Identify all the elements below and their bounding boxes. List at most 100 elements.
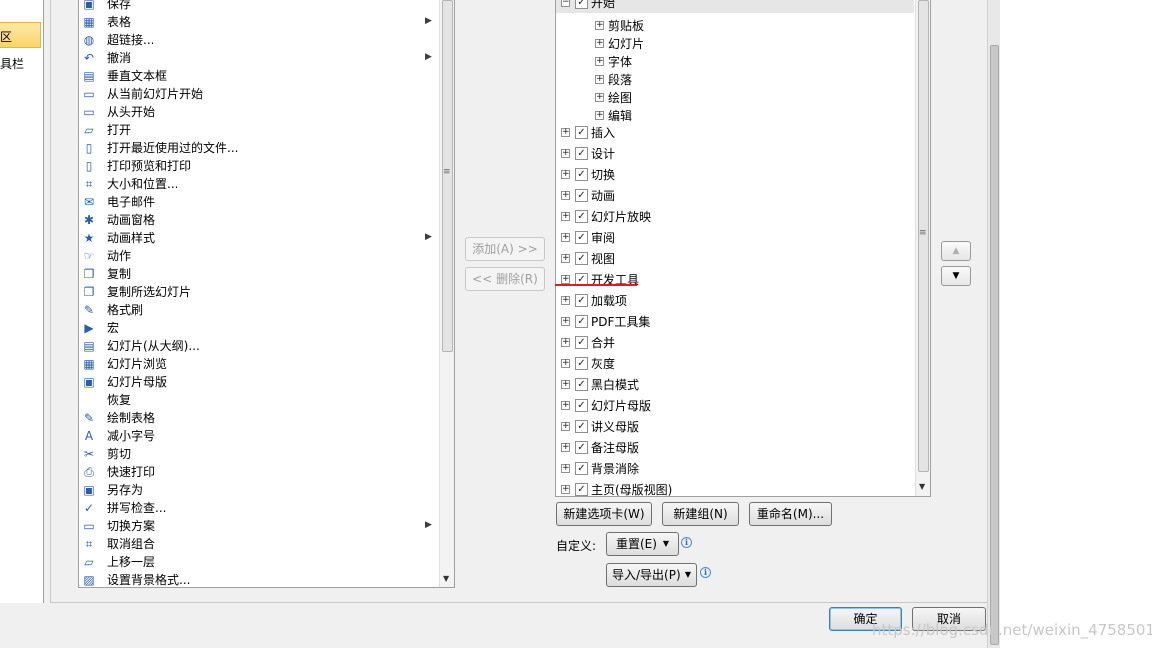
command-item[interactable]: ⎙ 快速打印 — [79, 463, 439, 481]
command-item[interactable]: 恢复 — [79, 391, 439, 409]
command-item[interactable]: ◍ 超链接... — [79, 31, 439, 49]
command-item[interactable]: ▨ 设置背景格式... — [79, 571, 439, 587]
tab-visible-checkbox[interactable]: ✓ — [575, 210, 588, 223]
ribbon-group-item[interactable]: + 字体 — [556, 52, 914, 72]
expand-icon[interactable]: + — [561, 212, 570, 221]
command-item[interactable]: ▦ 幻灯片浏览 — [79, 355, 439, 373]
tab-visible-checkbox[interactable]: ✓ — [575, 357, 588, 370]
ribbon-tab-item[interactable]: + ✓ PDF工具集 — [556, 312, 914, 332]
command-item[interactable]: ▭ 切换方案 ▶ — [79, 517, 439, 535]
info-icon[interactable]: i — [681, 537, 692, 548]
tab-visible-checkbox[interactable]: ✓ — [575, 294, 588, 307]
command-item[interactable]: ▤ 垂直文本框 — [79, 67, 439, 85]
ribbon-tab-item[interactable]: + ✓ 审阅 — [556, 228, 914, 248]
ribbon-group-item[interactable]: + 幻灯片 — [556, 34, 914, 54]
command-item[interactable]: ▯ 打开最近使用过的文件... — [79, 139, 439, 157]
collapse-icon[interactable]: − — [561, 0, 570, 7]
ribbon-tab-item[interactable]: + ✓ 主页(母版视图) — [556, 480, 914, 496]
ribbon-tree-scrollbar[interactable]: ≡ ▼ — [915, 0, 930, 496]
new-tab-button[interactable]: 新建选项卡(W) — [556, 502, 652, 526]
command-item[interactable]: ▶ 宏 — [79, 319, 439, 337]
command-item[interactable]: ▱ 上移一层 — [79, 553, 439, 571]
ribbon-tab-item[interactable]: + ✓ 幻灯片放映 — [556, 207, 914, 227]
expand-icon[interactable]: + — [561, 170, 570, 179]
command-item[interactable]: ⌗ 取消组合 — [79, 535, 439, 553]
command-item[interactable]: ✱ 动画窗格 — [79, 211, 439, 229]
expand-icon[interactable]: + — [561, 401, 570, 410]
command-item[interactable]: ❐ 复制 — [79, 265, 439, 283]
ribbon-tab-item[interactable]: − ✓ 开始 — [556, 0, 914, 13]
scroll-down-icon[interactable]: ▼ — [919, 482, 925, 491]
ribbon-group-item[interactable]: + 绘图 — [556, 88, 914, 108]
window-scroll-thumb[interactable] — [990, 45, 999, 645]
command-item[interactable]: ⌗ 大小和位置... — [79, 175, 439, 193]
add-button[interactable]: 添加(A) >> — [465, 237, 545, 261]
command-item[interactable]: ▣ 幻灯片母版 — [79, 373, 439, 391]
expand-icon[interactable]: + — [561, 296, 570, 305]
tab-visible-checkbox[interactable]: ✓ — [575, 462, 588, 475]
expand-icon[interactable]: + — [561, 338, 570, 347]
tab-visible-checkbox[interactable]: ✓ — [575, 441, 588, 454]
expand-icon[interactable]: + — [595, 75, 604, 84]
command-item[interactable]: ★ 动画样式 ▶ — [79, 229, 439, 247]
command-item[interactable]: ✎ 绘制表格 — [79, 409, 439, 427]
commands-scrollbar[interactable]: ≡ ▼ — [439, 0, 454, 587]
expand-icon[interactable]: + — [561, 422, 570, 431]
expand-icon[interactable]: + — [561, 128, 570, 137]
rename-button[interactable]: 重命名(M)... — [749, 502, 832, 526]
expand-icon[interactable]: + — [595, 111, 604, 120]
move-down-button[interactable]: ▼ — [941, 266, 971, 286]
ribbon-tab-item[interactable]: + ✓ 讲义母版 — [556, 417, 914, 437]
command-item[interactable]: ✓ 拼写检查... — [79, 499, 439, 517]
move-up-button[interactable]: ▲ — [941, 241, 971, 261]
tab-visible-checkbox[interactable]: ✓ — [575, 168, 588, 181]
expand-icon[interactable]: + — [561, 254, 570, 263]
tab-visible-checkbox[interactable]: ✓ — [575, 315, 588, 328]
command-item[interactable]: ▦ 表格 ▶ — [79, 13, 439, 31]
ribbon-tab-item[interactable]: + ✓ 动画 — [556, 186, 914, 206]
tab-visible-checkbox[interactable]: ✓ — [575, 378, 588, 391]
ribbon-group-item[interactable]: + 编辑 — [556, 106, 914, 126]
expand-icon[interactable]: + — [595, 57, 604, 66]
tab-visible-checkbox[interactable]: ✓ — [575, 252, 588, 265]
category-customize-ribbon[interactable]: 区 — [0, 22, 41, 48]
tab-visible-checkbox[interactable]: ✓ — [575, 189, 588, 202]
ribbon-tab-item[interactable]: + ✓ 设计 — [556, 144, 914, 164]
command-item[interactable]: ▭ 从当前幻灯片开始 — [79, 85, 439, 103]
expand-icon[interactable]: + — [561, 233, 570, 242]
tab-visible-checkbox[interactable]: ✓ — [575, 126, 588, 139]
expand-icon[interactable]: + — [561, 149, 570, 158]
commands-list[interactable]: ▨ 设置背景格式... ▱ 上移一层 ⌗ 取消组合 ▭ 切换方案 ▶ ✓ 拼写检查... ▣ 另存为 ⎙ 快… — [78, 0, 455, 588]
command-item[interactable]: ▤ 幻灯片(从大纲)... — [79, 337, 439, 355]
ribbon-group-item[interactable]: + 剪贴板 — [556, 16, 914, 36]
expand-icon[interactable]: + — [561, 317, 570, 326]
ribbon-tab-item[interactable]: + ✓ 加载项 — [556, 291, 914, 311]
expand-icon[interactable]: + — [561, 359, 570, 368]
ribbon-tab-item[interactable]: + ✓ 背景消除 — [556, 459, 914, 479]
ribbon-tab-item[interactable]: + ✓ 备注母版 — [556, 438, 914, 458]
expand-icon[interactable]: + — [595, 21, 604, 30]
command-item[interactable]: ❐ 复制所选幻灯片 — [79, 283, 439, 301]
expand-icon[interactable]: + — [561, 485, 570, 494]
tab-visible-checkbox[interactable]: ✓ — [575, 147, 588, 160]
remove-button[interactable]: << 删除(R) — [465, 267, 545, 291]
scroll-down-icon[interactable]: ▼ — [443, 574, 449, 583]
command-item[interactable]: ☞ 动作 — [79, 247, 439, 265]
expand-icon[interactable]: + — [561, 443, 570, 452]
reset-dropdown[interactable]: 重置(E) ▼ — [606, 532, 679, 556]
command-item[interactable]: ▣ 另存为 — [79, 481, 439, 499]
command-item[interactable]: ▱ 打开 — [79, 121, 439, 139]
ribbon-group-item[interactable]: + 段落 — [556, 70, 914, 90]
command-item[interactable]: A 减小字号 — [79, 427, 439, 445]
tab-visible-checkbox[interactable]: ✓ — [575, 483, 588, 496]
tab-visible-checkbox[interactable]: ✓ — [575, 0, 588, 9]
info-icon[interactable]: i — [700, 567, 711, 578]
expand-icon[interactable]: + — [561, 464, 570, 473]
expand-icon[interactable]: + — [561, 191, 570, 200]
expand-icon[interactable]: + — [561, 380, 570, 389]
ribbon-tab-item[interactable]: + ✓ 切换 — [556, 165, 914, 185]
command-item[interactable]: ↶ 撤消 ▶ — [79, 49, 439, 67]
new-group-button[interactable]: 新建组(N) — [662, 502, 739, 526]
command-item[interactable]: ▭ 从头开始 — [79, 103, 439, 121]
window-scrollbar[interactable] — [987, 0, 1000, 648]
